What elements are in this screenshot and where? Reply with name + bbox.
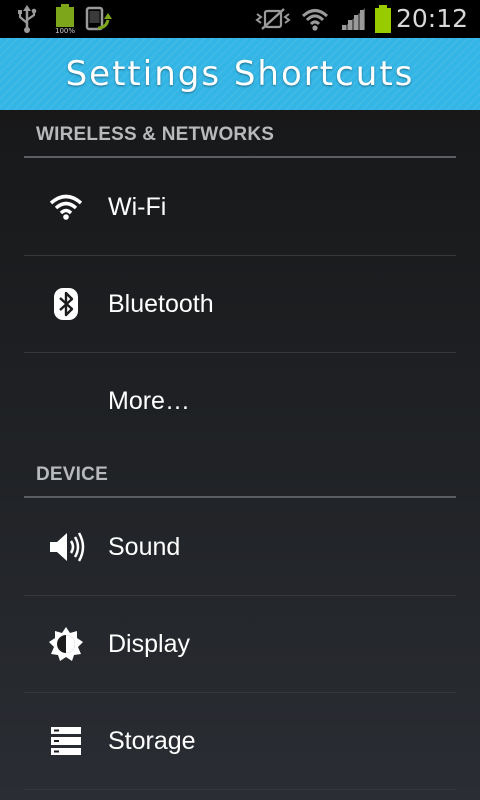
section-header-wireless-networks: WIRELESS & NETWORKS	[24, 110, 456, 158]
wifi-signal-icon	[300, 0, 330, 38]
battery-full-mini-icon: 100%	[52, 0, 78, 38]
vibrate-mute-icon	[254, 0, 292, 38]
status-bar: 100% 20:12	[0, 0, 480, 38]
list-item-label: Bluetooth	[108, 290, 214, 318]
display-brightness-icon	[46, 624, 86, 664]
page-title: Settings Shortcuts	[65, 54, 415, 94]
list-item-display[interactable]: Display	[24, 596, 456, 693]
sound-icon	[46, 527, 86, 567]
battery-charging-icon	[372, 0, 394, 38]
bluetooth-icon	[46, 284, 86, 324]
list-item-label: Display	[108, 630, 190, 658]
section-title: WIRELESS & NETWORKS	[36, 124, 275, 145]
screen-rotate-icon	[84, 0, 114, 38]
list-item-more[interactable]: More…	[24, 353, 456, 449]
section-title: DEVICE	[36, 464, 108, 485]
list-item-wifi[interactable]: Wi-Fi	[24, 159, 456, 256]
list-item-sound[interactable]: Sound	[24, 499, 456, 596]
list-item-label: Sound	[108, 533, 181, 561]
wifi-icon	[46, 187, 86, 227]
storage-icon	[46, 721, 86, 761]
status-bar-clock: 20:12	[395, 4, 468, 33]
battery-mini-label: 100%	[55, 27, 75, 35]
list-item-bluetooth[interactable]: Bluetooth	[24, 256, 456, 353]
app-title-bar: Settings Shortcuts	[0, 38, 480, 110]
usb-icon	[14, 0, 40, 38]
section-header-device: DEVICE	[24, 450, 456, 498]
list-item-label: Storage	[108, 727, 196, 755]
list-item-label: Wi-Fi	[108, 193, 167, 221]
list-item-storage[interactable]: Storage	[24, 693, 456, 790]
cell-signal-icon	[338, 0, 368, 38]
list-item-label: More…	[108, 387, 190, 415]
